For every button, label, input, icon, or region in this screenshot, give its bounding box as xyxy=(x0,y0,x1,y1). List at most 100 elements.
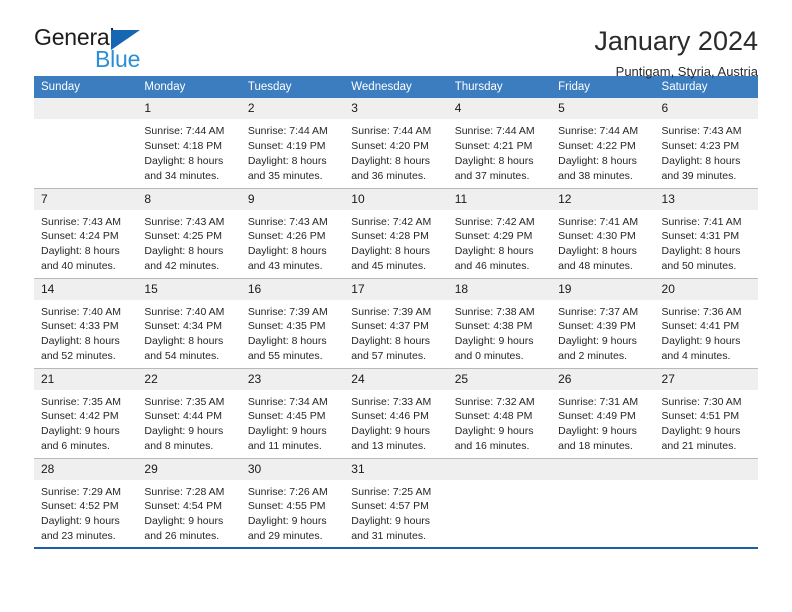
sun-info-line: Sunset: 4:51 PM xyxy=(661,410,740,423)
calendar-day-cell[interactable]: 18 Sunrise: 7:38 AM Sunset: 4:38 PM Dayligh… xyxy=(447,277,552,368)
sun-info-line: and 57 minutes. xyxy=(351,350,426,363)
day-number: 6 xyxy=(654,98,758,119)
sun-info-line: Sunrise: 7:35 AM xyxy=(144,395,225,408)
calendar-day-cell[interactable]: 21 Sunrise: 7:35 AM Sunset: 4:42 PM Dayligh… xyxy=(34,367,138,458)
sun-info-line: Sunset: 4:39 PM xyxy=(558,320,636,333)
sun-info-line: Sunset: 4:19 PM xyxy=(247,139,326,152)
calendar-day-cell[interactable]: 23 Sunrise: 7:34 AM Sunset: 4:45 PM Dayligh… xyxy=(240,367,345,458)
calendar-day-cell[interactable]: 14 Sunrise: 7:40 AM Sunset: 4:33 PM Dayligh… xyxy=(34,277,138,368)
sun-info-line: Sunset: 4:42 PM xyxy=(41,410,119,423)
sun-info-line: Daylight: 8 hours xyxy=(247,245,327,258)
sun-info-line: and 11 minutes. xyxy=(247,440,322,453)
sun-info-line: and 21 minutes. xyxy=(661,440,737,453)
sun-info-line: Daylight: 9 hours xyxy=(144,515,224,528)
sun-info-line: Daylight: 8 hours xyxy=(351,154,431,167)
sun-info: Sunrise: 7:43 AM Sunset: 4:26 PM Daylight:… xyxy=(241,210,344,275)
day-number xyxy=(447,458,552,480)
sun-info-line: Sunrise: 7:31 AM xyxy=(558,395,639,408)
sun-info-line: Daylight: 9 hours xyxy=(247,425,327,438)
day-number: 31 xyxy=(344,458,448,480)
calendar-day-cell[interactable]: 3 Sunrise: 7:44 AM Sunset: 4:20 PM Daylight… xyxy=(344,98,448,188)
calendar-day-cell[interactable]: 19 Sunrise: 7:37 AM Sunset: 4:39 PM Dayligh… xyxy=(551,277,655,368)
calendar-day-cell[interactable]: 4 Sunrise: 7:44 AM Sunset: 4:21 PM Daylight… xyxy=(447,98,552,188)
calendar-day-cell[interactable]: 15 Sunrise: 7:40 AM Sunset: 4:34 PM Dayligh… xyxy=(137,277,241,368)
calendar-day-cell[interactable]: 13 Sunrise: 7:41 AM Sunset: 4:31 PM Dayligh… xyxy=(654,187,758,278)
sun-info-line: Daylight: 9 hours xyxy=(661,425,741,438)
sun-info-line: and 13 minutes. xyxy=(351,440,426,453)
calendar-day-cell[interactable]: 2 Sunrise: 7:44 AM Sunset: 4:19 PM Daylight… xyxy=(240,98,345,188)
weekday-header-thursday: Thursday xyxy=(447,76,552,98)
calendar-day-cell[interactable]: 31 Sunrise: 7:25 AM Sunset: 4:57 PM Dayligh… xyxy=(344,457,448,549)
calendar-day-cell[interactable]: 29 Sunrise: 7:28 AM Sunset: 4:54 PM Dayligh… xyxy=(137,457,241,549)
calendar-day-cell[interactable]: 11 Sunrise: 7:42 AM Sunset: 4:29 PM Dayligh… xyxy=(447,187,552,278)
day-number: 25 xyxy=(447,368,552,390)
sun-info-line: and 46 minutes. xyxy=(454,260,530,273)
calendar-day-cell[interactable]: 5 Sunrise: 7:44 AM Sunset: 4:22 PM Daylight… xyxy=(551,98,655,188)
sun-info-line: and 42 minutes. xyxy=(144,260,220,273)
sun-info-line: Sunrise: 7:28 AM xyxy=(144,485,225,498)
sun-info: Sunrise: 7:44 AM Sunset: 4:19 PM Daylight:… xyxy=(241,119,344,184)
sun-info: Sunrise: 7:44 AM Sunset: 4:20 PM Daylight:… xyxy=(344,119,447,184)
sun-info: Sunrise: 7:32 AM Sunset: 4:48 PM Daylight:… xyxy=(448,390,551,455)
sun-info-line: Daylight: 8 hours xyxy=(41,335,120,348)
sun-info: Sunrise: 7:35 AM Sunset: 4:44 PM Daylight:… xyxy=(137,390,240,455)
sun-info-line: and 26 minutes. xyxy=(144,530,220,543)
calendar-empty-cell xyxy=(654,457,758,549)
sun-info-line: Sunrise: 7:26 AM xyxy=(247,485,328,498)
day-number: 15 xyxy=(137,278,241,300)
calendar-day-cell[interactable]: 7 Sunrise: 7:43 AM Sunset: 4:24 PM Daylight… xyxy=(34,187,138,278)
calendar-day-cell[interactable]: 16 Sunrise: 7:39 AM Sunset: 4:35 PM Dayligh… xyxy=(240,277,345,368)
calendar-day-cell[interactable]: 25 Sunrise: 7:32 AM Sunset: 4:48 PM Dayligh… xyxy=(447,367,552,458)
calendar-day-cell[interactable]: 17 Sunrise: 7:39 AM Sunset: 4:37 PM Dayligh… xyxy=(344,277,448,368)
calendar-day-cell[interactable]: 10 Sunrise: 7:42 AM Sunset: 4:28 PM Dayligh… xyxy=(344,187,448,278)
sun-info-line: and 31 minutes. xyxy=(351,530,426,543)
calendar-day-cell[interactable]: 24 Sunrise: 7:33 AM Sunset: 4:46 PM Dayligh… xyxy=(344,367,448,458)
sun-info: Sunrise: 7:40 AM Sunset: 4:33 PM Daylight:… xyxy=(34,300,137,365)
day-number: 28 xyxy=(34,458,138,480)
calendar-day-cell[interactable]: 27 Sunrise: 7:30 AM Sunset: 4:51 PM Dayligh… xyxy=(654,367,758,458)
sun-info: Sunrise: 7:41 AM Sunset: 4:30 PM Daylight:… xyxy=(551,210,654,275)
sun-info-line: Sunrise: 7:39 AM xyxy=(247,305,328,318)
sun-info-line: Sunrise: 7:43 AM xyxy=(247,215,328,228)
sun-info-line: Daylight: 8 hours xyxy=(558,245,637,258)
calendar-page: General Blue January 2024 Puntigam, Styr… xyxy=(0,0,792,612)
sun-info-line: Sunset: 4:21 PM xyxy=(454,139,533,152)
sun-info-line: Sunrise: 7:42 AM xyxy=(454,215,535,228)
sun-info: Sunrise: 7:25 AM Sunset: 4:57 PM Daylight:… xyxy=(344,480,447,545)
calendar-day-cell[interactable]: 26 Sunrise: 7:31 AM Sunset: 4:49 PM Dayligh… xyxy=(551,367,655,458)
sun-info-line: and 43 minutes. xyxy=(247,260,323,273)
calendar-day-cell[interactable]: 20 Sunrise: 7:36 AM Sunset: 4:41 PM Dayligh… xyxy=(654,277,758,368)
calendar-day-cell[interactable]: 12 Sunrise: 7:41 AM Sunset: 4:30 PM Dayligh… xyxy=(551,187,655,278)
general-blue-logo[interactable]: General Blue xyxy=(34,26,154,72)
sun-info-line: Sunrise: 7:34 AM xyxy=(247,395,328,408)
sun-info-line: Sunrise: 7:32 AM xyxy=(454,395,535,408)
sun-info-line: Daylight: 8 hours xyxy=(454,245,534,258)
day-number: 13 xyxy=(654,188,758,210)
sun-info-line: Sunset: 4:24 PM xyxy=(41,230,119,243)
sun-info-line: Sunset: 4:48 PM xyxy=(454,410,533,423)
day-number: 21 xyxy=(34,368,138,390)
page-subtitle: Puntigam, Styria, Austria xyxy=(615,64,758,80)
sun-info-line: Daylight: 9 hours xyxy=(351,425,431,438)
weekday-header-sunday: Sunday xyxy=(34,76,138,98)
sun-info-line: Sunrise: 7:41 AM xyxy=(558,215,639,228)
calendar-day-cell[interactable]: 9 Sunrise: 7:43 AM Sunset: 4:26 PM Daylight… xyxy=(240,187,345,278)
calendar-day-cell[interactable]: 28 Sunrise: 7:29 AM Sunset: 4:52 PM Dayligh… xyxy=(34,457,138,549)
calendar-day-cell[interactable]: 1 Sunrise: 7:44 AM Sunset: 4:18 PM Daylight… xyxy=(137,98,241,188)
calendar-day-cell[interactable]: 8 Sunrise: 7:43 AM Sunset: 4:25 PM Daylight… xyxy=(137,187,241,278)
calendar-day-cell[interactable]: 6 Sunrise: 7:43 AM Sunset: 4:23 PM Daylight… xyxy=(654,98,758,188)
day-number: 22 xyxy=(137,368,241,390)
sun-info-line: and 16 minutes. xyxy=(454,440,530,453)
sun-info-line: and 36 minutes. xyxy=(351,169,426,182)
calendar-day-cell[interactable]: 22 Sunrise: 7:35 AM Sunset: 4:44 PM Dayligh… xyxy=(137,367,241,458)
sun-info-line: and 34 minutes. xyxy=(144,169,220,182)
day-number: 2 xyxy=(240,98,345,119)
sun-info-line: and 38 minutes. xyxy=(558,169,633,182)
sun-info-line: Sunset: 4:25 PM xyxy=(144,230,223,243)
sun-info-line: and 54 minutes. xyxy=(144,350,220,363)
sun-info-line: Sunrise: 7:44 AM xyxy=(144,125,225,137)
sun-info-line: Daylight: 9 hours xyxy=(351,515,431,528)
calendar-day-cell[interactable]: 30 Sunrise: 7:26 AM Sunset: 4:55 PM Dayligh… xyxy=(240,457,345,549)
calendar-table: Sunday Monday Tuesday Wednesday Thursday Frid… xyxy=(34,76,758,549)
sun-info: Sunrise: 7:43 AM Sunset: 4:24 PM Daylight:… xyxy=(34,210,137,275)
